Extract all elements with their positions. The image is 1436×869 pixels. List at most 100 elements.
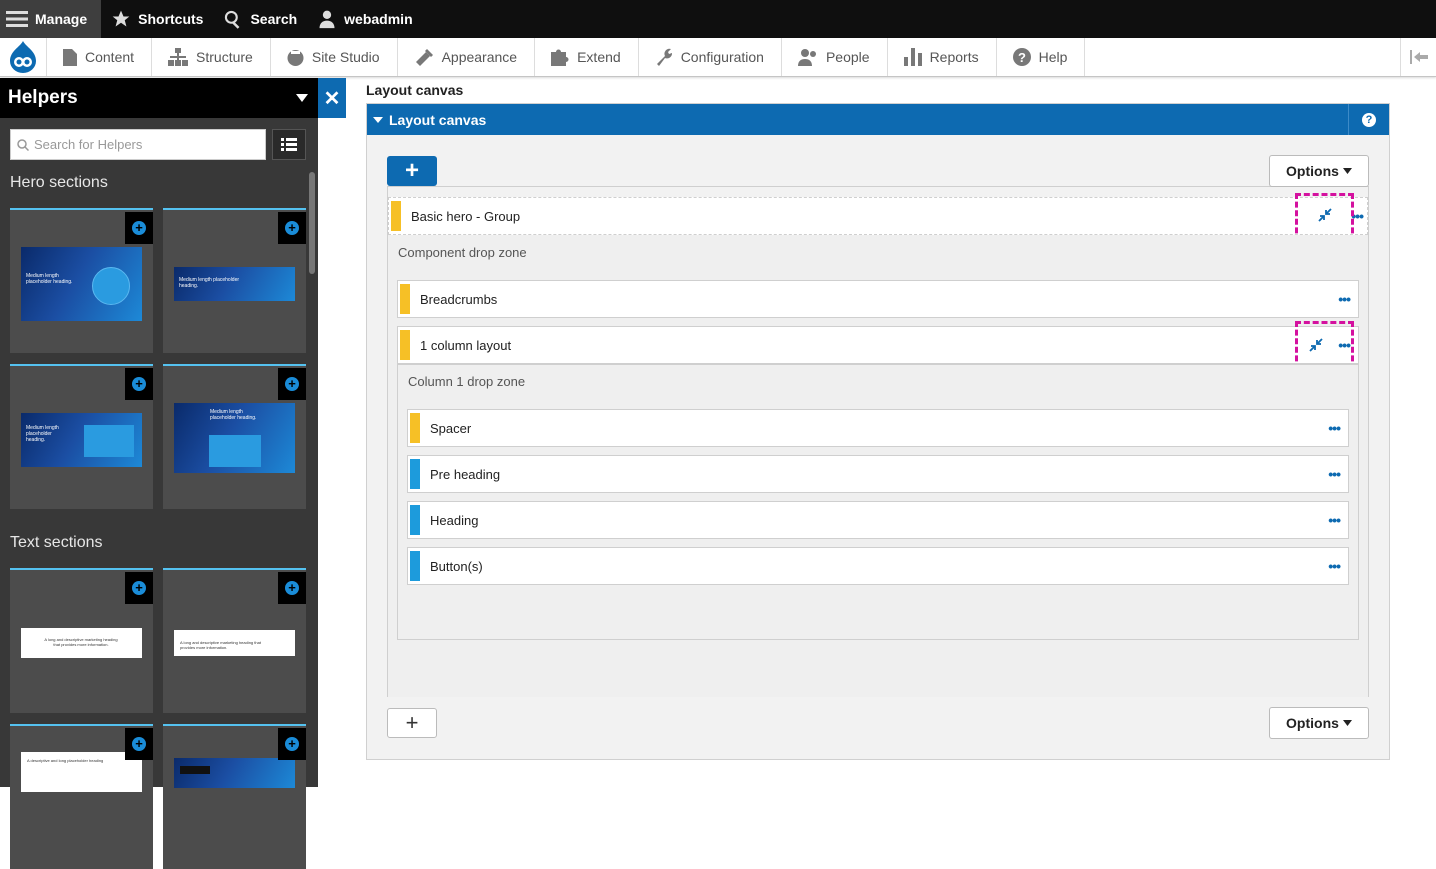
drupal-drop-icon (10, 41, 36, 73)
drupal-logo[interactable] (0, 38, 46, 76)
sitemap-icon (168, 48, 189, 66)
thumb-preview: Medium length placeholder heading. (174, 267, 295, 301)
thumb-preview (174, 758, 295, 788)
row-label: Breadcrumbs (420, 291, 498, 307)
menu-reports[interactable]: Reports (886, 38, 996, 76)
section-hero: Hero sections (10, 174, 108, 191)
helper-thumb[interactable]: A descriptive and long placeholder headi… (10, 724, 153, 869)
layout-row[interactable]: 1 column layout ••• (397, 326, 1359, 364)
svg-text:?: ? (1018, 50, 1026, 65)
group-row[interactable]: Basic hero - Group ••• (388, 197, 1368, 235)
thumb-preview: A long and descriptive marketing heading… (174, 630, 295, 656)
menu-structure-label: Structure (196, 49, 253, 65)
tray-orientation-toggle[interactable] (1400, 38, 1436, 76)
menu-people[interactable]: People (780, 38, 887, 76)
menu-help[interactable]: ? Help (995, 38, 1085, 76)
user-icon (319, 10, 335, 29)
add-circle-icon: + (285, 377, 299, 391)
helpers-header: Helpers (0, 78, 318, 118)
add-helper-button[interactable]: + (278, 212, 306, 244)
shortcuts-button[interactable]: Shortcuts (101, 0, 213, 38)
child-row[interactable]: Heading ••• (407, 501, 1349, 539)
admin-toolbar: Manage Shortcuts Search webadmin (0, 0, 1436, 38)
helper-thumb[interactable]: A long and descriptive marketing heading… (163, 568, 306, 713)
add-helper-button[interactable]: + (125, 368, 153, 400)
add-helper-button[interactable]: + (278, 368, 306, 400)
help-icon: ? (1362, 112, 1376, 127)
row-menu-button[interactable]: ••• (1338, 291, 1351, 307)
help-icon: ? (1012, 48, 1031, 66)
row-menu-button[interactable]: ••• (1328, 558, 1341, 574)
child-row[interactable]: Spacer ••• (407, 409, 1349, 447)
field-label: Layout canvas (366, 82, 464, 98)
menu-site-studio-label: Site Studio (311, 49, 380, 65)
manage-button[interactable]: Manage (0, 0, 102, 38)
thumb-text: Medium length placeholder heading. (179, 277, 240, 289)
add-component-button[interactable]: + (387, 156, 437, 186)
menu-site-studio[interactable]: Site Studio (269, 38, 397, 76)
add-helper-button[interactable]: + (125, 728, 153, 760)
breadcrumbs-row[interactable]: Breadcrumbs ••• (397, 280, 1359, 318)
child-row[interactable]: Button(s) ••• (407, 547, 1349, 585)
thumb-circle-graphic (92, 267, 130, 305)
add-helper-button[interactable]: + (278, 572, 306, 604)
site-studio-icon (287, 49, 304, 66)
helpers-title: Helpers (8, 87, 78, 108)
menu-content[interactable]: Content (46, 38, 151, 76)
add-circle-icon: + (285, 737, 299, 751)
thumb-text: A long and descriptive marketing heading… (180, 640, 261, 650)
helper-thumb[interactable]: Medium length placeholder heading. + (163, 208, 306, 353)
component-zone-label: Component drop zone (398, 245, 527, 260)
add-circle-icon: + (285, 221, 299, 235)
menu-structure[interactable]: Structure (151, 38, 270, 76)
plus-icon: + (404, 157, 419, 184)
menu-appearance[interactable]: Appearance (396, 38, 535, 76)
add-circle-icon: + (132, 737, 146, 751)
layout-type-bar (400, 330, 410, 360)
helper-thumb[interactable]: A long and descriptive marketing heading… (10, 568, 153, 713)
thumb-button-graphic (180, 766, 210, 774)
user-button[interactable]: webadmin (307, 0, 422, 38)
helpers-search-input[interactable] (34, 137, 254, 152)
thumb-preview: Medium length placeholder heading. (21, 247, 142, 321)
menu-configuration[interactable]: Configuration (637, 38, 781, 76)
add-helper-button[interactable]: + (278, 728, 306, 760)
add-helper-button[interactable]: + (125, 572, 153, 604)
menu-extend[interactable]: Extend (534, 38, 638, 76)
section-text: Text sections (10, 534, 103, 551)
list-icon (281, 138, 297, 151)
admin-menu-tray: Content Structure Site Studio Appearance… (0, 38, 1436, 77)
helper-thumb[interactable]: + (163, 724, 306, 869)
helper-thumb[interactable]: Medium length placeholder heading. + (10, 364, 153, 509)
caret-down-icon (373, 116, 383, 123)
add-helper-button[interactable]: + (125, 212, 153, 244)
options-button-bottom[interactable]: Options (1269, 707, 1369, 739)
row-label: Button(s) (430, 558, 483, 574)
options-button-top[interactable]: Options (1269, 155, 1369, 187)
user-label: webadmin (344, 11, 413, 27)
thumb-text: Medium length placeholder heading. (210, 409, 257, 421)
hamburger-icon (6, 11, 28, 27)
row-menu-button[interactable]: ••• (1328, 466, 1341, 482)
wrench-icon (656, 48, 672, 66)
add-component-bottom-button[interactable]: + (387, 708, 437, 738)
thumb-preview: Medium length placeholder heading. (174, 403, 295, 473)
child-row[interactable]: Pre heading ••• (407, 455, 1349, 493)
help-button[interactable]: ? (1348, 104, 1389, 135)
list-view-button[interactable] (272, 129, 306, 160)
sidebar-scrollbar[interactable] (309, 172, 315, 274)
element-type-bar (410, 551, 420, 581)
caret-down-icon (1342, 720, 1352, 726)
layout-canvas-header[interactable]: Layout canvas ? (367, 104, 1389, 135)
options-label: Options (1286, 163, 1339, 179)
layout-type-bar (400, 284, 410, 314)
close-sidebar-button[interactable]: ✕ (318, 78, 346, 118)
menu-reports-label: Reports (929, 49, 979, 65)
helper-thumb[interactable]: Medium length placeholder heading. + (10, 208, 153, 353)
search-button[interactable]: Search (213, 0, 307, 38)
row-menu-button[interactable]: ••• (1328, 420, 1341, 436)
row-menu-button[interactable]: ••• (1328, 512, 1341, 528)
puzzle-icon (551, 49, 569, 66)
chevron-down-icon[interactable] (296, 94, 308, 102)
helper-thumb[interactable]: Medium length placeholder heading. + (163, 364, 306, 509)
